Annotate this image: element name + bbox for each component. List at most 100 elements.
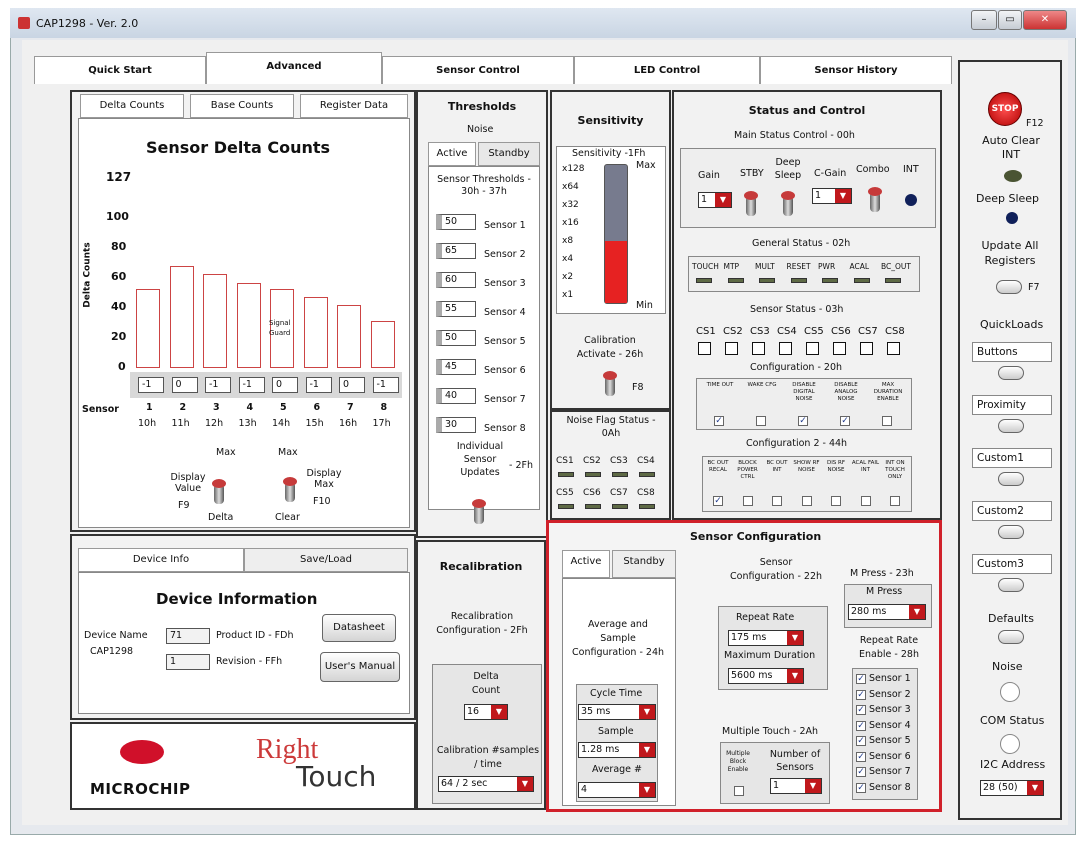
repeat-rate-select[interactable]: 175 ms ▼ [728,630,804,646]
deep-sleep-switch[interactable] [781,191,795,216]
repeat-rate-checkbox[interactable]: ✓ [856,736,866,746]
general-status-led [790,278,807,283]
delta-count-field[interactable]: -1 [305,377,332,393]
config2-checkbox[interactable] [831,496,841,506]
threshold-field[interactable]: 30 [436,417,476,433]
update-registers-button[interactable] [996,280,1022,294]
threshold-field[interactable]: 45 [436,359,476,375]
combo-switch[interactable] [868,187,882,212]
users-manual-button[interactable]: User's Manual [320,652,400,682]
gain-select[interactable]: 1 ▼ [698,192,732,208]
auto-clear-led[interactable] [1004,170,1022,182]
cycle-time-select[interactable]: 35 ms ▼ [578,704,656,720]
tab-register-data[interactable]: Register Data [300,94,408,118]
multiple-block-enable-checkbox[interactable] [734,786,744,796]
defaults-button[interactable] [998,630,1024,644]
config2-checkbox[interactable] [801,496,812,506]
sensitivity-slider[interactable] [604,164,628,304]
individual-updates-switch[interactable] [472,499,486,524]
config-checkbox[interactable]: ✓ [798,416,808,426]
threshold-field[interactable]: 65 [436,243,476,259]
calib-samples-select[interactable]: 64 / 2 sec ▼ [438,776,534,792]
stop-button[interactable]: STOP [988,92,1022,126]
threshold-field[interactable]: 60 [436,272,476,288]
recal-config-label: Recalibration Configuration - 2Fh [436,611,528,636]
tab-led-control[interactable]: LED Control [574,56,760,84]
tab-base-counts[interactable]: Base Counts [190,94,294,118]
display-value-switch[interactable] [212,479,226,504]
minimize-button[interactable]: – [971,10,997,30]
general-status-led [822,278,838,283]
average-number-select[interactable]: 4 ▼ [578,782,656,798]
config-checkbox[interactable]: ✓ [714,416,724,426]
config2-checkbox[interactable] [772,496,782,506]
delta-count-select[interactable]: 16 ▼ [464,704,508,720]
threshold-field[interactable]: 55 [436,301,476,317]
i2c-address-value: 28 (50) [983,782,1018,793]
quickload-button[interactable] [998,578,1024,592]
repeat-rate-checkbox[interactable]: ✓ [856,674,866,684]
delta-count-field[interactable]: 0 [171,377,198,393]
repeat-rate-checkbox[interactable]: ✓ [856,751,866,762]
delta-count-field[interactable]: 0 [339,377,365,393]
tab-config-standby[interactable]: Standby [612,550,676,578]
i2c-address-select[interactable]: 28 (50) ▼ [980,780,1044,796]
tab-threshold-standby[interactable]: Standby [478,142,540,166]
quickload-label: Custom1 [972,448,1052,468]
noise-flag-label: CS6 [583,488,601,498]
calibration-activate-switch[interactable] [603,371,617,396]
repeat-rate-checkbox[interactable]: ✓ [856,705,866,715]
quickload-button[interactable] [998,419,1024,433]
sensitivity-fill [605,240,627,303]
max-duration-select[interactable]: 5600 ms ▼ [728,668,804,684]
close-button[interactable]: ✕ [1023,10,1067,30]
noise-flag-led [585,472,601,477]
quickload-button[interactable] [998,525,1024,539]
mpress-select[interactable]: 280 ms ▼ [848,604,926,620]
maximize-button[interactable]: ▭ [998,10,1022,30]
datasheet-button[interactable]: Datasheet [322,614,396,642]
delta-count-field[interactable]: -1 [238,377,265,393]
repeat-rate-sensor-label: Sensor 4 [869,719,911,731]
delta-count-field[interactable]: -1 [138,377,164,393]
number-of-sensors-select[interactable]: 1 ▼ [770,778,822,794]
config2-checkbox[interactable]: ✓ [713,496,723,506]
config-checkbox[interactable]: ✓ [840,416,850,426]
config-checkbox[interactable] [756,416,766,426]
cgain-select[interactable]: 1 ▼ [812,188,852,204]
repeat-rate-checkbox[interactable]: ✓ [856,767,866,777]
config2-checkbox[interactable] [742,496,753,506]
repeat-rate-checkbox[interactable]: ✓ [856,782,866,793]
y-axis-label: Delta Counts [82,242,93,308]
tab-config-active[interactable]: Active [562,550,610,578]
quickload-button[interactable] [998,472,1024,486]
tab-save-load[interactable]: Save/Load [244,548,408,572]
sample-select[interactable]: 1.28 ms ▼ [578,742,656,758]
threshold-field[interactable]: 50 [436,330,476,346]
sensor-register: 16h [339,418,358,429]
tab-device-info[interactable]: Device Info [78,548,244,572]
tab-threshold-active[interactable]: Active [428,142,476,166]
repeat-rate-checkbox[interactable]: ✓ [856,689,866,700]
tab-sensor-history[interactable]: Sensor History [760,56,952,84]
main-status-box [680,148,936,228]
delta-count-field[interactable]: -1 [205,377,231,393]
repeat-rate-checkbox[interactable]: ✓ [856,720,866,731]
display-max-switch[interactable] [283,477,297,502]
chart-bar [169,265,194,368]
config-checkbox[interactable] [882,416,892,426]
chevron-down-icon: ▼ [715,193,731,207]
quickload-button[interactable] [998,366,1024,380]
tab-delta-counts[interactable]: Delta Counts [80,94,184,118]
delta-count-field[interactable]: 0 [272,377,298,393]
stby-switch[interactable] [744,191,758,216]
threshold-field[interactable]: 40 [436,388,476,404]
config2-checkbox[interactable] [860,496,871,506]
tab-advanced[interactable]: Advanced [206,52,382,84]
tab-quick-start[interactable]: Quick Start [34,56,206,84]
title-bar: CAP1298 - Ver. 2.0 [10,8,1076,38]
delta-count-field[interactable]: -1 [372,377,399,393]
config2-checkbox[interactable] [890,496,900,506]
threshold-field[interactable]: 50 [436,214,476,230]
tab-sensor-control[interactable]: Sensor Control [382,56,574,84]
